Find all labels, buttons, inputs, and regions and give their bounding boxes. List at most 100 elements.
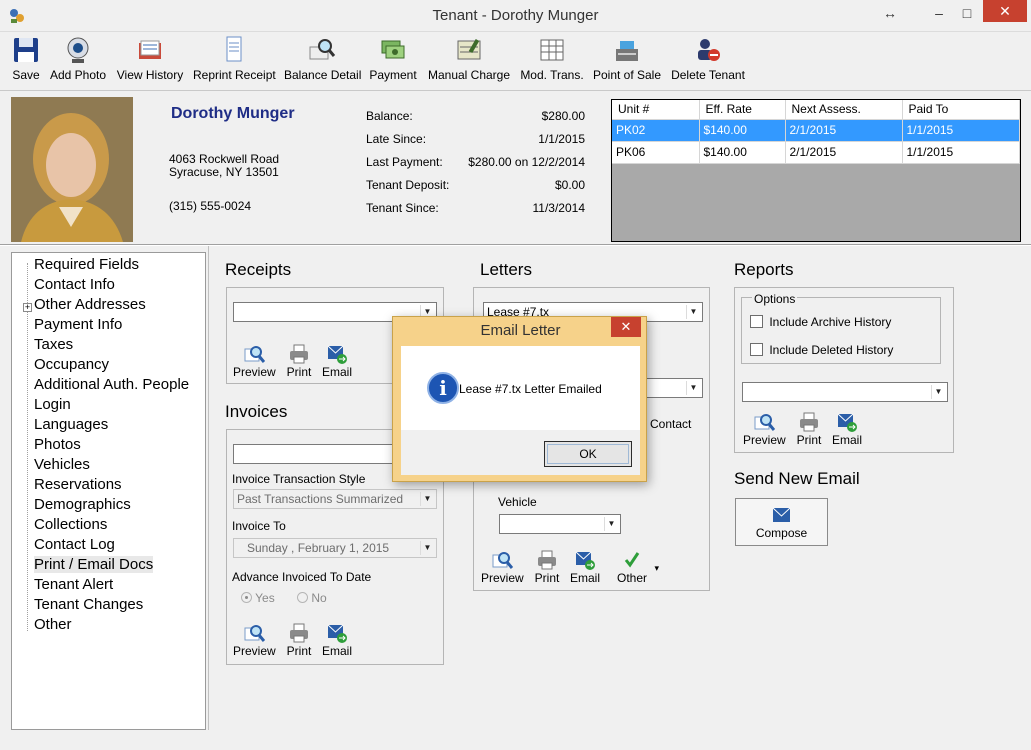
nav-item-occupancy[interactable]: Occupancy — [34, 356, 109, 373]
tenant-since-value: 11/3/2014 — [532, 201, 586, 215]
expand-icon[interactable]: + — [23, 303, 32, 312]
nav-item-other-addresses[interactable]: Other Addresses — [34, 296, 146, 313]
preview-magnifier-icon — [244, 346, 265, 363]
reports-email-button[interactable]: Email — [829, 411, 865, 447]
table-row[interactable]: PK02 $140.00 2/1/2015 1/1/2015 — [612, 119, 1020, 142]
include-archive-checkbox[interactable]: Include Archive History — [750, 315, 891, 329]
advance-yes-radio[interactable]: Yes — [241, 591, 275, 605]
receipts-email-label: Email — [321, 365, 352, 379]
nav-item-login[interactable]: Login — [34, 396, 71, 413]
window-title: Tenant - Dorothy Munger — [432, 7, 599, 24]
dialog-close-button[interactable]: ✕ — [611, 317, 641, 337]
alternate-contact-label: e Contact — [640, 417, 692, 431]
tenant-deposit-value: $0.00 — [554, 178, 585, 192]
balance-value: $280.00 — [541, 109, 585, 123]
add-photo-button[interactable]: Add Photo — [48, 33, 108, 85]
receipts-print-button[interactable]: Print — [283, 343, 315, 379]
table-row[interactable]: PK06 $140.00 2/1/2015 1/1/2015 — [612, 141, 1020, 164]
balance-detail-label: Balance Detail — [284, 68, 362, 82]
nav-item-contact-log[interactable]: Contact Log — [34, 536, 115, 553]
column-header-next-assess[interactable]: Next Assess. — [785, 100, 903, 120]
reports-preview-button[interactable]: Preview — [743, 411, 786, 447]
compose-button[interactable]: Compose — [735, 498, 828, 546]
include-deleted-checkbox[interactable]: Include Deleted History — [750, 343, 893, 357]
next-assess-cell: 2/1/2015 — [785, 119, 903, 142]
mod-trans-button[interactable]: Mod. Trans. — [518, 33, 586, 85]
reports-select[interactable]: ▼ — [742, 382, 948, 402]
payment-button[interactable]: Payment — [368, 33, 418, 85]
nav-item-languages[interactable]: Languages — [34, 416, 108, 433]
include-archive-label: Include Archive History — [769, 315, 892, 329]
point-of-sale-button[interactable]: Point of Sale — [592, 33, 662, 85]
last-payment-label: Last Payment: — [366, 155, 443, 169]
invoices-preview-button[interactable]: Preview — [233, 622, 276, 658]
receipts-email-button[interactable]: Email — [319, 343, 355, 379]
nav-item-additional-auth-people[interactable]: Additional Auth. People — [34, 376, 189, 393]
reports-panel: Options Include Archive History Include … — [734, 287, 954, 453]
nav-item-contact-info[interactable]: Contact Info — [34, 276, 115, 293]
vehicle-select[interactable]: ▼ — [499, 514, 621, 534]
save-button[interactable]: Save — [6, 33, 46, 85]
tenant-photo[interactable] — [11, 97, 133, 242]
balance-detail-button[interactable]: Balance Detail — [284, 33, 362, 85]
column-header-eff-rate[interactable]: Eff. Rate — [699, 100, 786, 120]
dropdown-arrow-icon[interactable]: ▾ — [654, 563, 659, 574]
checkbox-icon — [750, 315, 763, 328]
nav-item-payment-info[interactable]: Payment Info — [34, 316, 122, 333]
invoices-print-button[interactable]: Print — [283, 622, 315, 658]
nav-item-collections[interactable]: Collections — [34, 516, 107, 533]
invoices-email-button[interactable]: Email — [319, 622, 355, 658]
delete-tenant-button[interactable]: Delete Tenant — [668, 33, 748, 85]
column-header-paid-to[interactable]: Paid To — [902, 100, 1020, 120]
invoices-email-label: Email — [321, 644, 352, 658]
resize-icon[interactable]: ↔ — [880, 2, 900, 24]
unit-cell: PK02 — [612, 119, 700, 142]
advance-no-radio[interactable]: No — [297, 591, 327, 605]
reprint-receipt-button[interactable]: Reprint Receipt — [193, 33, 276, 85]
nav-item-tenant-alert[interactable]: Tenant Alert — [34, 576, 113, 593]
reports-print-button[interactable]: Print — [793, 411, 825, 447]
receipts-preview-button[interactable]: Preview — [233, 343, 276, 379]
ok-button[interactable]: OK — [544, 441, 632, 467]
nav-tree[interactable]: + Required Fields Contact Info Other Add… — [11, 252, 206, 730]
nav-item-print-email-docs[interactable]: Print / Email Docs — [34, 556, 154, 573]
nav-item-reservations[interactable]: Reservations — [34, 476, 122, 493]
minimize-button[interactable]: – — [927, 2, 951, 24]
nav-item-demographics[interactable]: Demographics — [34, 496, 131, 513]
advance-no-label: No — [311, 591, 327, 605]
preview-magnifier-icon — [492, 552, 513, 569]
printer-icon — [290, 344, 308, 364]
receipt-icon — [226, 36, 242, 62]
view-history-button[interactable]: View History — [115, 33, 185, 85]
nav-item-vehicles[interactable]: Vehicles — [34, 456, 90, 473]
rate-cell: $140.00 — [699, 141, 786, 164]
splitter[interactable] — [208, 246, 209, 730]
nav-item-required-fields[interactable]: Required Fields — [34, 256, 139, 273]
column-header-unit[interactable]: Unit # — [612, 100, 700, 120]
close-button[interactable]: ✕ — [983, 0, 1027, 22]
include-deleted-label: Include Deleted History — [769, 343, 894, 357]
maximize-button[interactable]: □ — [955, 2, 979, 24]
advance-invoiced-label: Advance Invoiced To Date — [232, 570, 372, 584]
letters-other-button[interactable]: Other ▾ — [609, 549, 659, 585]
letters-print-button[interactable]: Print — [531, 549, 563, 585]
late-since-value: 1/1/2015 — [538, 132, 585, 146]
units-grid[interactable]: Unit # Eff. Rate Next Assess. Paid To PK… — [611, 99, 1021, 242]
manual-charge-label: Manual Charge — [427, 68, 511, 82]
letters-preview-button[interactable]: Preview — [481, 549, 524, 585]
reports-email-label: Email — [831, 433, 862, 447]
tenant-address: 4063 Rockwell Road Syracuse, NY 13501 — [169, 153, 279, 179]
nav-item-taxes[interactable]: Taxes — [34, 336, 73, 353]
manual-charge-button[interactable]: Manual Charge — [427, 33, 511, 85]
nav-item-photos[interactable]: Photos — [34, 436, 81, 453]
nav-item-other[interactable]: Other — [34, 616, 72, 633]
delete-user-icon — [698, 39, 720, 61]
invoice-to-date-picker[interactable]: Sunday , February 1, 2015 ▼ — [233, 538, 437, 558]
preview-magnifier-icon — [244, 625, 265, 642]
history-book-icon — [139, 40, 161, 59]
invoice-style-select[interactable]: Past Transactions Summarized ▼ — [233, 489, 437, 509]
chevron-down-icon: ▼ — [686, 381, 700, 395]
nav-item-tenant-changes[interactable]: Tenant Changes — [34, 596, 143, 613]
letters-email-button[interactable]: Email — [567, 549, 603, 585]
paid-to-cell: 1/1/2015 — [902, 141, 1020, 164]
